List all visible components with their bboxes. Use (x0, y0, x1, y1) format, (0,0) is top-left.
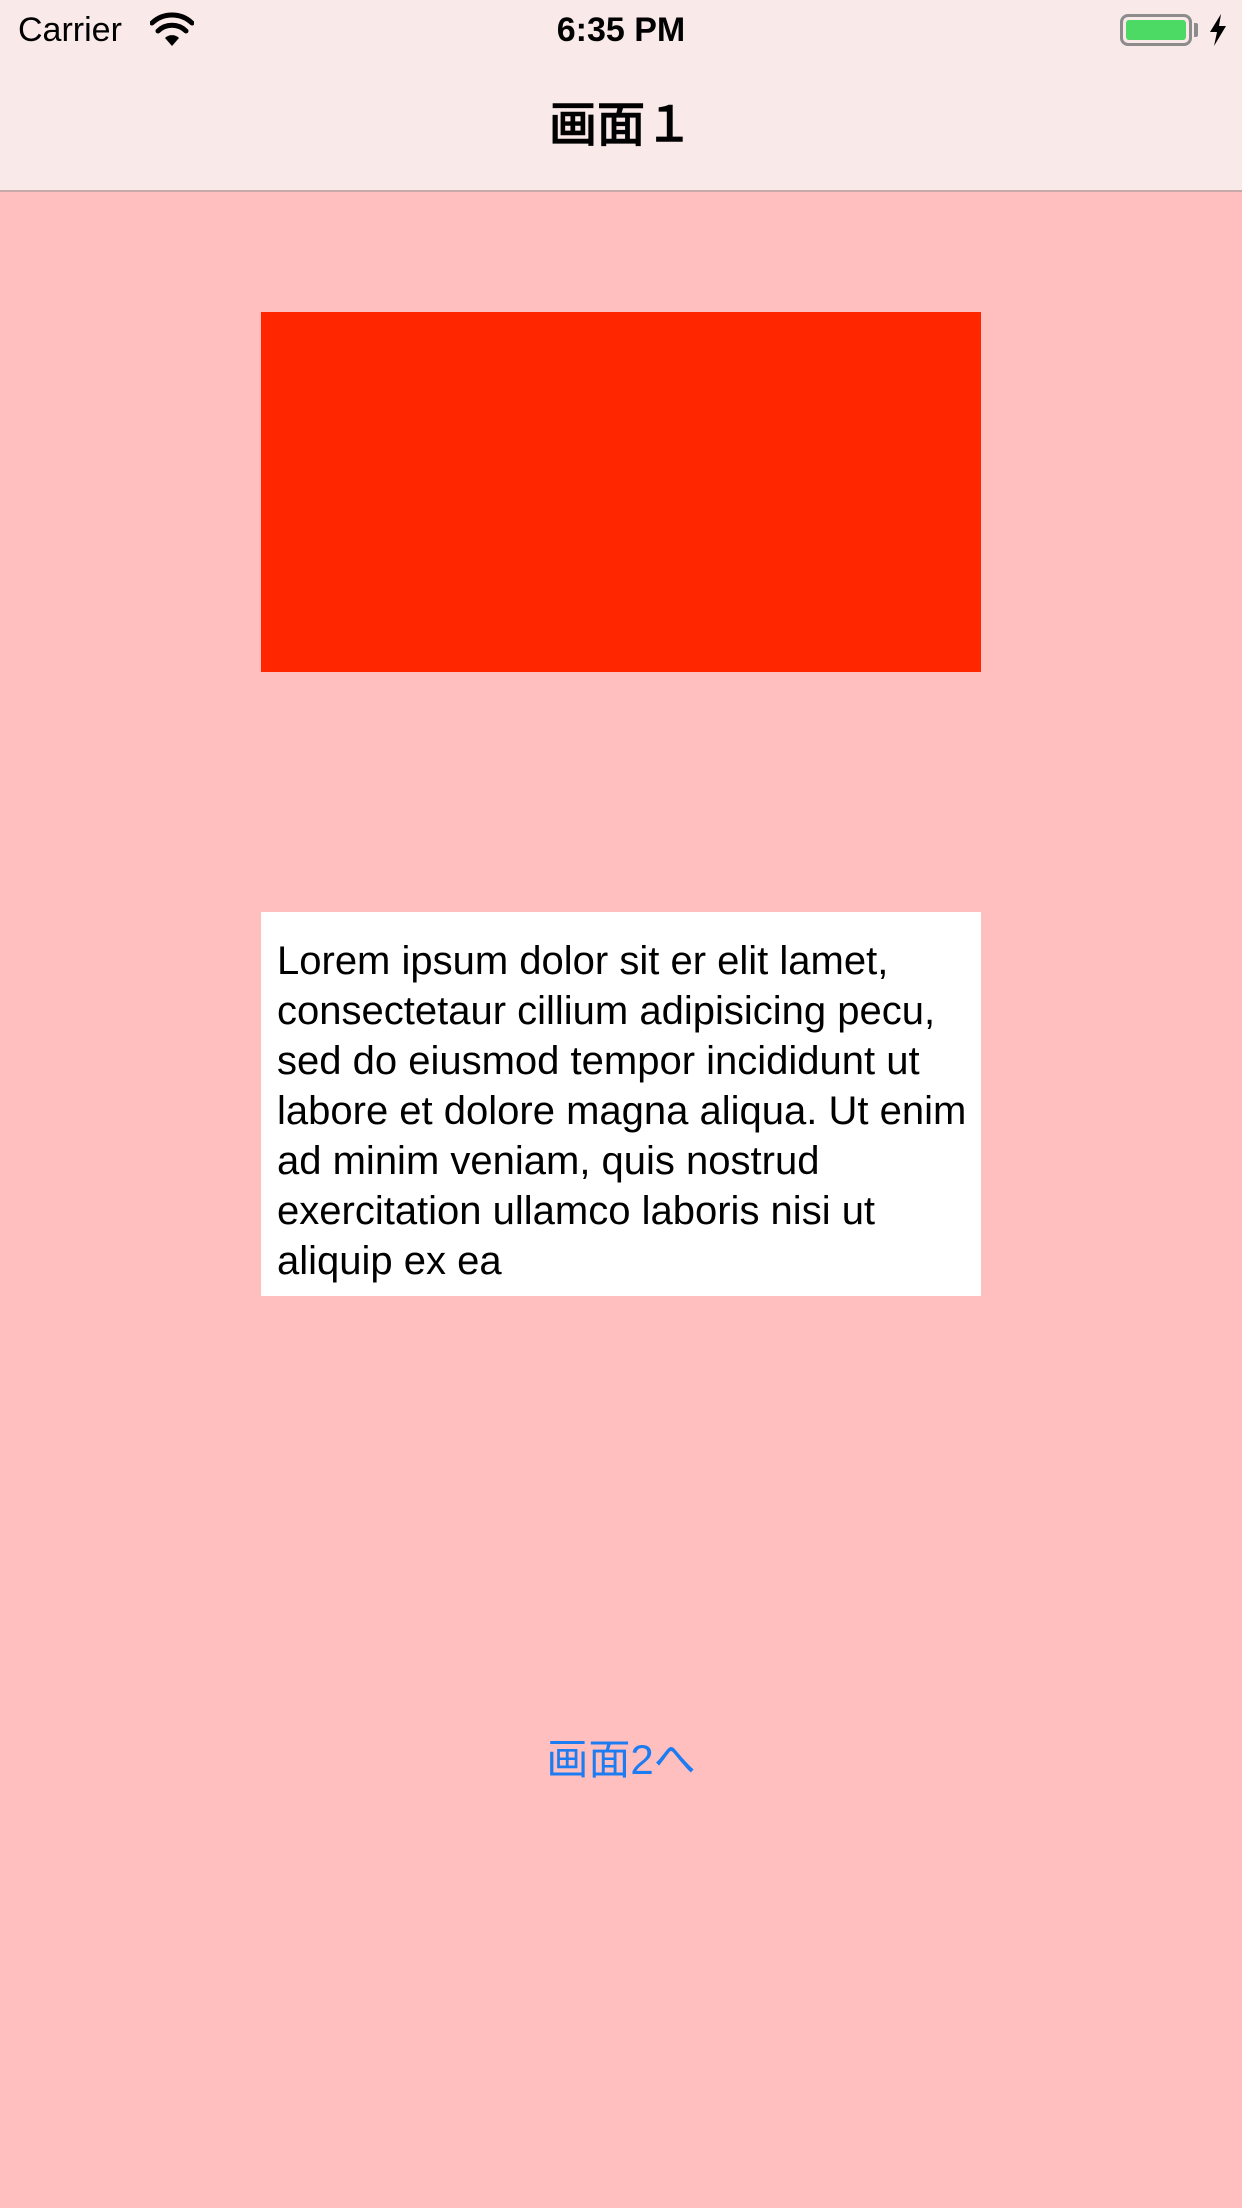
text-view-content: Lorem ipsum dolor sit er elit lamet, con… (277, 939, 967, 1283)
page-title: 画面１ (548, 99, 693, 152)
status-time: 6:35 PM (556, 11, 686, 49)
status-bar: Carrier 6:35 PM (0, 0, 1242, 60)
red-view (261, 312, 981, 672)
go-to-screen-2-button[interactable]: 画面2へ (0, 1735, 1242, 1785)
text-view[interactable]: Lorem ipsum dolor sit er elit lamet, con… (261, 912, 981, 1296)
navigation-bar: 画面１ (0, 60, 1242, 192)
battery-cap (1194, 23, 1198, 37)
charging-icon (1210, 14, 1226, 46)
battery-icon (1120, 14, 1192, 46)
battery-level-fill (1126, 20, 1186, 40)
